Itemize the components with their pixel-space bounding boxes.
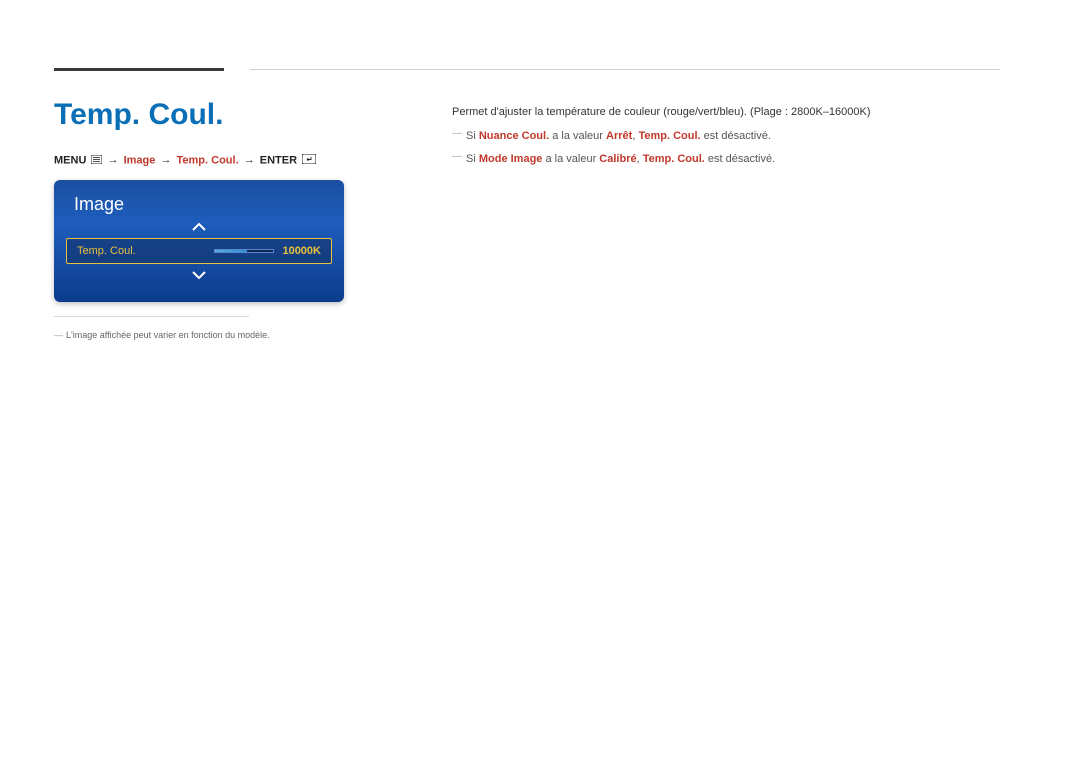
osd-up-button[interactable] — [192, 220, 206, 234]
slider-fill — [215, 250, 247, 252]
page-title: Temp. Coul. — [54, 98, 223, 132]
em-mode-image: Mode Image — [479, 153, 543, 165]
note-text: a la valeur — [542, 153, 599, 165]
breadcrumb: MENU → Image → Temp. Coul. → ENTER — [54, 154, 316, 167]
footnote-model-variation: L'image affichée peut varier en fonction… — [54, 330, 270, 340]
osd-value: 10000K — [282, 245, 321, 257]
note-text: Si — [466, 130, 479, 142]
note-mode-image: Si Mode Image a la valeur Calibré, Temp.… — [452, 151, 1002, 169]
description-intro: Permet d'ajuster la température de coule… — [452, 104, 1002, 122]
osd-temp-coul-row[interactable]: Temp. Coul. 10000K — [66, 238, 332, 264]
header-divider — [250, 69, 1000, 70]
arrow-icon: → — [108, 154, 119, 166]
osd-down-button[interactable] — [192, 268, 206, 282]
note-text: Si — [466, 153, 479, 165]
bc-image: Image — [124, 154, 156, 166]
note-text: est désactivé. — [705, 153, 775, 165]
note-text: est désactivé. — [701, 130, 771, 142]
em-calibre: Calibré — [599, 153, 636, 165]
arrow-icon: → — [244, 154, 255, 166]
em-temp-coul: Temp. Coul. — [638, 130, 700, 142]
bc-enter: ENTER — [260, 154, 297, 166]
header-accent-bar — [54, 68, 224, 71]
em-temp-coul: Temp. Coul. — [643, 153, 705, 165]
osd-panel: Image Temp. Coul. 10000K — [54, 180, 344, 302]
osd-row-label: Temp. Coul. — [77, 245, 136, 257]
arrow-icon: → — [160, 154, 171, 166]
note-nuance-coul: Si Nuance Coul. a la valeur Arrêt, Temp.… — [452, 128, 1002, 146]
note-text: a la valeur — [549, 130, 606, 142]
bc-temp-coul: Temp. Coul. — [177, 154, 239, 166]
footnote-divider — [54, 316, 249, 317]
description-column: Permet d'ajuster la température de coule… — [452, 104, 1002, 169]
enter-icon — [302, 154, 316, 167]
temp-coul-slider[interactable] — [214, 249, 274, 253]
em-nuance-coul: Nuance Coul. — [479, 130, 549, 142]
em-arret: Arrêt — [606, 130, 632, 142]
menu-icon — [91, 155, 102, 167]
osd-title: Image — [74, 194, 124, 215]
osd-slider-wrap: 10000K — [136, 245, 321, 257]
bc-menu: MENU — [54, 154, 86, 166]
